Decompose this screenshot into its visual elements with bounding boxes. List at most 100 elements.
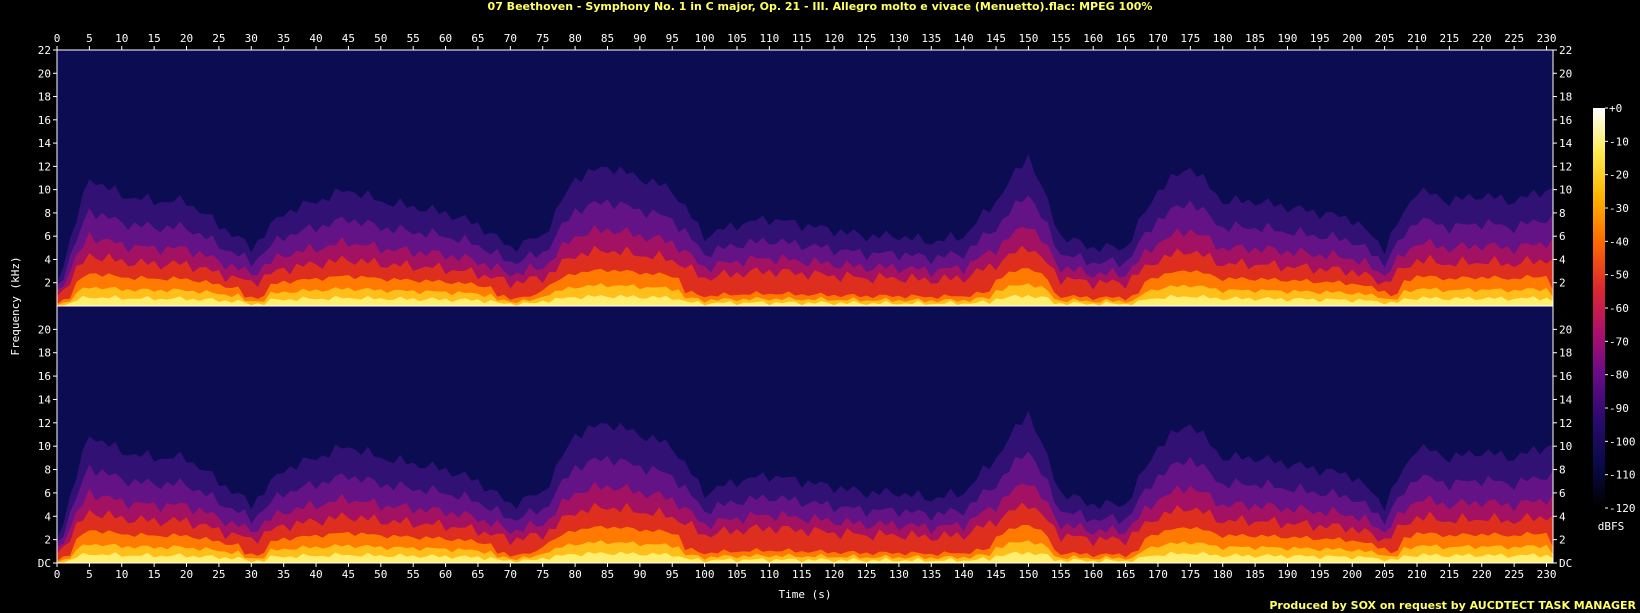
y-tick-label-right: 20 xyxy=(1559,323,1572,336)
colorbar-tick-label: -90 xyxy=(1609,402,1629,415)
x-tick-label-top: 210 xyxy=(1407,32,1427,45)
x-tick-label-top: 15 xyxy=(148,32,161,45)
x-tick-label-bottom: 195 xyxy=(1310,568,1330,581)
x-tick-label-top: 135 xyxy=(921,32,941,45)
y-tick-label-right: 16 xyxy=(1559,114,1572,127)
x-tick-label-bottom: 110 xyxy=(759,568,779,581)
y-tick-label-left: 18 xyxy=(38,91,51,104)
x-tick-label-top: 85 xyxy=(601,32,614,45)
x-tick-label-bottom: 90 xyxy=(633,568,646,581)
y-tick-label-left: 2 xyxy=(44,534,51,547)
y-tick-label-left: 8 xyxy=(44,464,51,477)
x-tick-label-bottom: 120 xyxy=(824,568,844,581)
y-tick-label-right: 18 xyxy=(1559,91,1572,104)
x-tick-label-bottom: 160 xyxy=(1083,568,1103,581)
x-tick-label-top: 165 xyxy=(1116,32,1136,45)
colorbar-tick-label: -30 xyxy=(1609,202,1629,215)
x-tick-label-top: 75 xyxy=(536,32,549,45)
x-tick-label-top: 25 xyxy=(212,32,225,45)
y-tick-label-left: 12 xyxy=(38,160,51,173)
x-tick-label-bottom: 105 xyxy=(727,568,747,581)
x-tick-label-bottom: 190 xyxy=(1278,568,1298,581)
y-tick-label-right: 2 xyxy=(1559,534,1566,547)
y-tick-label-left: 6 xyxy=(44,487,51,500)
y-tick-label-right: 6 xyxy=(1559,487,1566,500)
x-tick-label-top: 30 xyxy=(245,32,258,45)
x-tick-label-bottom: 75 xyxy=(536,568,549,581)
x-tick-label-bottom: 85 xyxy=(601,568,614,581)
x-tick-label-bottom: 130 xyxy=(889,568,909,581)
x-tick-label-top: 225 xyxy=(1504,32,1524,45)
y-tick-label-right: 6 xyxy=(1559,230,1566,243)
x-tick-label-bottom: 230 xyxy=(1537,568,1557,581)
x-tick-label-top: 185 xyxy=(1245,32,1265,45)
x-tick-label-top: 145 xyxy=(986,32,1006,45)
x-tick-label-bottom: 210 xyxy=(1407,568,1427,581)
y-tick-label-left: 16 xyxy=(38,114,51,127)
x-tick-label-top: 215 xyxy=(1439,32,1459,45)
x-tick-label-bottom: 50 xyxy=(374,568,387,581)
x-tick-label-top: 0 xyxy=(54,32,61,45)
colorbar-tick-label: -20 xyxy=(1609,169,1629,182)
colorbar-tick-label: +0 xyxy=(1609,102,1622,115)
colorbar-tick-label: -70 xyxy=(1609,335,1629,348)
x-tick-label-top: 70 xyxy=(504,32,517,45)
x-tick-label-top: 80 xyxy=(568,32,581,45)
x-tick-label-top: 125 xyxy=(857,32,877,45)
x-tick-label-top: 160 xyxy=(1083,32,1103,45)
x-tick-label-top: 60 xyxy=(439,32,452,45)
x-tick-label-top: 200 xyxy=(1342,32,1362,45)
y-tick-label-left: 20 xyxy=(38,67,51,80)
colorbar-tick-label: -110 xyxy=(1609,469,1636,482)
x-tick-label-bottom: 200 xyxy=(1342,568,1362,581)
x-tick-label-bottom: 150 xyxy=(1018,568,1038,581)
y-tick-label-right: 10 xyxy=(1559,184,1572,197)
colorbar-gradient xyxy=(1593,108,1605,508)
y-tick-label-right: 12 xyxy=(1559,417,1572,430)
x-tick-label-top: 155 xyxy=(1051,32,1071,45)
y-tick-label-left: 12 xyxy=(38,417,51,430)
colorbar-tick-label: -120 xyxy=(1609,502,1636,515)
colorbar-tick-label: -50 xyxy=(1609,269,1629,282)
x-tick-label-top: 10 xyxy=(115,32,128,45)
x-tick-label-top: 230 xyxy=(1537,32,1557,45)
y-tick-label-left: 14 xyxy=(38,137,52,150)
footer-credit: Produced by SOX on request by AUCDTECT T… xyxy=(1269,599,1636,612)
x-tick-label-bottom: 170 xyxy=(1148,568,1168,581)
x-tick-label-bottom: 180 xyxy=(1213,568,1233,581)
x-tick-label-top: 115 xyxy=(792,32,812,45)
x-tick-label-top: 220 xyxy=(1472,32,1492,45)
y-tick-label-right: 14 xyxy=(1559,393,1573,406)
y-tick-label-right: 18 xyxy=(1559,347,1572,360)
x-tick-label-bottom: 95 xyxy=(666,568,679,581)
x-tick-label-bottom: 135 xyxy=(921,568,941,581)
x-tick-label-bottom: 30 xyxy=(245,568,258,581)
x-tick-label-top: 40 xyxy=(309,32,322,45)
x-tick-label-bottom: 45 xyxy=(342,568,355,581)
y-tick-label-right: 8 xyxy=(1559,464,1566,477)
y-tick-label-left: 8 xyxy=(44,207,51,220)
y-tick-label-right: 2 xyxy=(1559,277,1566,290)
x-tick-label-bottom: 155 xyxy=(1051,568,1071,581)
x-tick-label-bottom: 15 xyxy=(148,568,161,581)
x-tick-label-top: 55 xyxy=(407,32,420,45)
x-tick-label-top: 5 xyxy=(86,32,93,45)
x-tick-label-bottom: 140 xyxy=(954,568,974,581)
y-tick-label-left: 4 xyxy=(44,510,51,523)
x-tick-label-top: 20 xyxy=(180,32,193,45)
colorbar-tick-label: -60 xyxy=(1609,302,1629,315)
spectrogram-channel-2 xyxy=(57,306,1553,563)
y-tick-label-left: 18 xyxy=(38,347,51,360)
x-tick-label-top: 140 xyxy=(954,32,974,45)
x-axis-label: Time (s) xyxy=(779,588,832,601)
x-tick-label-bottom: 165 xyxy=(1116,568,1136,581)
colorbar-tick-label: -10 xyxy=(1609,135,1629,148)
x-tick-label-bottom: 70 xyxy=(504,568,517,581)
y-tick-label-left: 4 xyxy=(44,253,51,266)
y-tick-label-right: 20 xyxy=(1559,67,1572,80)
x-tick-label-bottom: 65 xyxy=(471,568,484,581)
x-tick-label-top: 150 xyxy=(1018,32,1038,45)
colorbar-tick-label: -80 xyxy=(1609,369,1629,382)
x-tick-label-top: 35 xyxy=(277,32,290,45)
x-tick-label-top: 205 xyxy=(1375,32,1395,45)
